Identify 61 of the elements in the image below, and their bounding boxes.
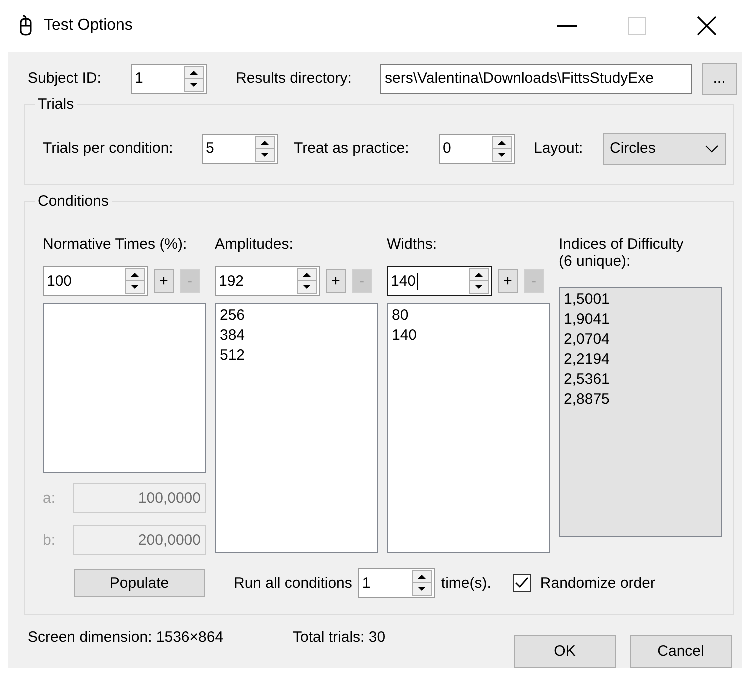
list-item: 2,0704 (564, 330, 611, 350)
field-label: Treat as practice: (294, 140, 410, 158)
layout-dropdown[interactable]: Circles (603, 132, 726, 165)
field-label: Trials per condition: (43, 140, 174, 158)
list-item[interactable]: 80 (392, 306, 545, 326)
list-item: 2,2194 (564, 350, 611, 370)
list-item: 2,5361 (564, 370, 611, 390)
list-item[interactable]: 140 (392, 326, 545, 346)
list-item: 1,5001 (564, 290, 611, 310)
randomize-checkbox[interactable] (513, 574, 532, 592)
group-title: Conditions (37, 193, 110, 210)
value-list[interactable]: 80 140 (387, 303, 550, 554)
value-list[interactable] (43, 303, 206, 474)
param-label: b: (43, 532, 56, 549)
practice-spinner[interactable]: 0 (439, 134, 515, 164)
column-header: Amplitudes: (215, 235, 294, 256)
spin-arrows-icon[interactable] (412, 570, 432, 596)
browse-button[interactable]: ... (702, 62, 737, 95)
column-header: Widths: (387, 235, 438, 256)
status-text: Total trials: 30 (293, 629, 387, 646)
add-button[interactable]: + (154, 269, 174, 294)
column-header: Normative Times (%): (43, 235, 188, 256)
group-title: Trials (37, 96, 76, 113)
value-spinner[interactable]: 192 (215, 266, 320, 296)
spin-arrows-icon[interactable] (255, 136, 275, 162)
chevron-icon (705, 144, 719, 153)
run-suffix: time(s). (441, 574, 492, 592)
field-label: Results directory: (236, 70, 353, 88)
list-item[interactable]: 256 (220, 306, 373, 326)
value-spinner[interactable]: 140 (387, 266, 492, 296)
mouse-icon (18, 15, 34, 37)
populate-button[interactable]: Populate (74, 569, 205, 598)
spin-arrows-icon[interactable] (492, 136, 512, 162)
value-list[interactable]: 256 384 512 (215, 303, 378, 554)
list-item: 1,9041 (564, 310, 611, 330)
subject-id-spinner[interactable]: 1 (131, 64, 207, 94)
spin-arrows-icon[interactable] (297, 268, 317, 294)
field-label: Subject ID: (28, 70, 102, 88)
spin-arrows-icon[interactable] (125, 268, 145, 294)
add-button[interactable]: + (326, 269, 346, 294)
run-label: Run all conditions (234, 574, 352, 592)
window-title: Test Options (44, 17, 134, 35)
list-item[interactable]: 512 (220, 346, 373, 366)
add-button[interactable]: + (498, 269, 518, 294)
dialog-button[interactable]: Cancel (630, 635, 732, 668)
trials-spinner[interactable]: 5 (202, 134, 278, 164)
checkbox-label: Randomize order (540, 574, 656, 592)
param-label: a: (43, 490, 56, 507)
list-item[interactable]: 384 (220, 326, 373, 346)
list-item: 2,8875 (564, 390, 611, 410)
column-header: Indices of Difficulty (6 unique): (559, 235, 685, 272)
value-spinner[interactable]: 100 (43, 266, 148, 296)
close-icon[interactable] (697, 16, 717, 36)
spin-arrows-icon[interactable] (469, 268, 489, 294)
status-text: Screen dimension: 1536×864 (28, 629, 225, 646)
results-directory-field[interactable]: sers\Valentina\Downloads\FittsStudyExe (380, 64, 692, 94)
spin-arrows-icon[interactable] (184, 66, 204, 92)
dialog-button[interactable]: OK (514, 635, 616, 668)
run-count-spinner[interactable]: 1 (358, 568, 436, 598)
field-label: Layout: (534, 140, 584, 158)
text-cursor (417, 272, 418, 290)
